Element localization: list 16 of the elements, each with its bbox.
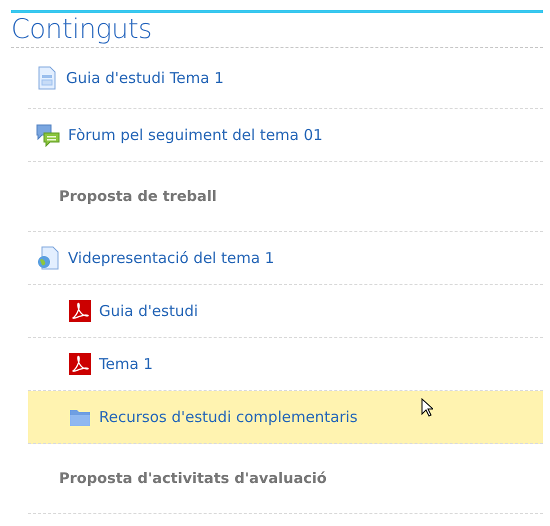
resource-link[interactable]: Tema 1 [99,355,153,373]
resource-link[interactable]: Videpresentació del tema 1 [68,249,274,267]
chat-bubbles-icon [36,123,60,147]
folder-icon [69,407,91,427]
section-label: Proposta d'activitats d'avaluació [59,470,327,486]
resource-link[interactable]: Recursos d'estudi complementaris [99,408,358,426]
resource-link[interactable]: Guia d'estudi Tema 1 [66,69,224,87]
section-title: Continguts [11,13,543,48]
resource-link[interactable]: Fòrum pel seguiment del tema 01 [68,126,323,144]
mouse-cursor-icon [421,398,433,417]
globe-document-icon [36,246,60,270]
document-icon [36,66,58,90]
resource-link[interactable]: Guia d'estudi [99,302,198,320]
pdf-icon [69,300,91,322]
section-label: Proposta de treball [59,188,217,204]
pdf-icon [69,353,91,375]
